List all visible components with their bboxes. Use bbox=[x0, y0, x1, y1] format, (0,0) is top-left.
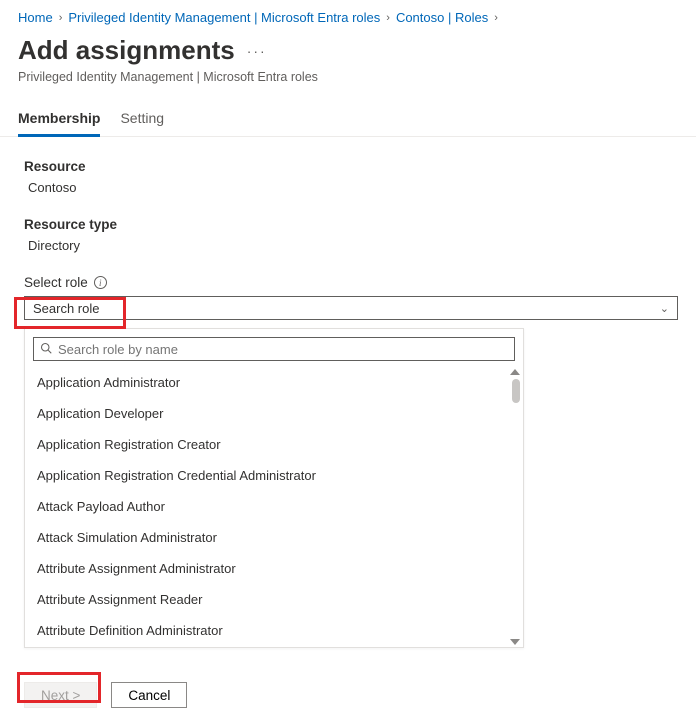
breadcrumb-link-contoso[interactable]: Contoso | Roles bbox=[396, 10, 488, 25]
role-option[interactable]: Application Registration Credential Admi… bbox=[25, 460, 523, 491]
role-combobox-text: Search role bbox=[33, 301, 99, 316]
role-search-input-wrap[interactable] bbox=[33, 337, 515, 361]
tabs: Membership Setting bbox=[0, 92, 696, 137]
field-resource: Resource Contoso bbox=[24, 159, 678, 195]
role-option[interactable]: Attribute Assignment Administrator bbox=[25, 553, 523, 584]
resource-value: Contoso bbox=[28, 180, 678, 195]
role-dropdown: Application AdministratorApplication Dev… bbox=[24, 328, 524, 648]
chevron-right-icon: › bbox=[494, 12, 498, 24]
role-option[interactable]: Attack Payload Author bbox=[25, 491, 523, 522]
page-title: Add assignments bbox=[18, 35, 235, 66]
breadcrumb-link-pim[interactable]: Privileged Identity Management | Microso… bbox=[68, 10, 380, 25]
info-icon[interactable]: i bbox=[94, 276, 107, 289]
chevron-down-icon: ⌄ bbox=[660, 302, 669, 315]
select-role-label: Select role bbox=[24, 275, 88, 290]
page-subtitle: Privileged Identity Management | Microso… bbox=[18, 70, 678, 84]
resource-type-value: Directory bbox=[28, 238, 678, 253]
page-header: Add assignments ··· Privileged Identity … bbox=[0, 25, 696, 92]
scroll-up-icon[interactable] bbox=[510, 369, 520, 375]
chevron-right-icon: › bbox=[386, 12, 390, 24]
role-option[interactable]: Application Administrator bbox=[25, 367, 523, 398]
role-search-input[interactable] bbox=[58, 342, 508, 357]
role-option[interactable]: Application Registration Creator bbox=[25, 429, 523, 460]
resource-type-label: Resource type bbox=[24, 217, 678, 232]
chevron-right-icon: › bbox=[59, 12, 63, 24]
more-icon[interactable]: ··· bbox=[247, 43, 267, 59]
scroll-down-icon[interactable] bbox=[510, 639, 520, 645]
resource-label: Resource bbox=[24, 159, 678, 174]
footer: Next > Cancel bbox=[0, 668, 696, 722]
breadcrumb: Home › Privileged Identity Management | … bbox=[0, 0, 696, 25]
next-button[interactable]: Next > bbox=[24, 682, 97, 708]
scroll-thumb[interactable] bbox=[512, 379, 520, 403]
scrollbar[interactable] bbox=[507, 367, 523, 647]
tab-membership[interactable]: Membership bbox=[18, 110, 100, 136]
role-option[interactable]: Attribute Assignment Reader bbox=[25, 584, 523, 615]
role-combobox[interactable]: Search role ⌄ bbox=[24, 296, 678, 320]
search-icon bbox=[40, 342, 52, 357]
field-resource-type: Resource type Directory bbox=[24, 217, 678, 253]
field-select-role: Select role i Search role ⌄ Application … bbox=[24, 275, 678, 648]
breadcrumb-link-home[interactable]: Home bbox=[18, 10, 53, 25]
role-list: Application AdministratorApplication Dev… bbox=[25, 367, 523, 647]
role-option[interactable]: Application Developer bbox=[25, 398, 523, 429]
cancel-button[interactable]: Cancel bbox=[111, 682, 187, 708]
role-option[interactable]: Attack Simulation Administrator bbox=[25, 522, 523, 553]
tab-setting[interactable]: Setting bbox=[120, 110, 164, 136]
form-pane: Resource Contoso Resource type Directory… bbox=[0, 137, 696, 648]
role-option[interactable]: Attribute Definition Administrator bbox=[25, 615, 523, 646]
